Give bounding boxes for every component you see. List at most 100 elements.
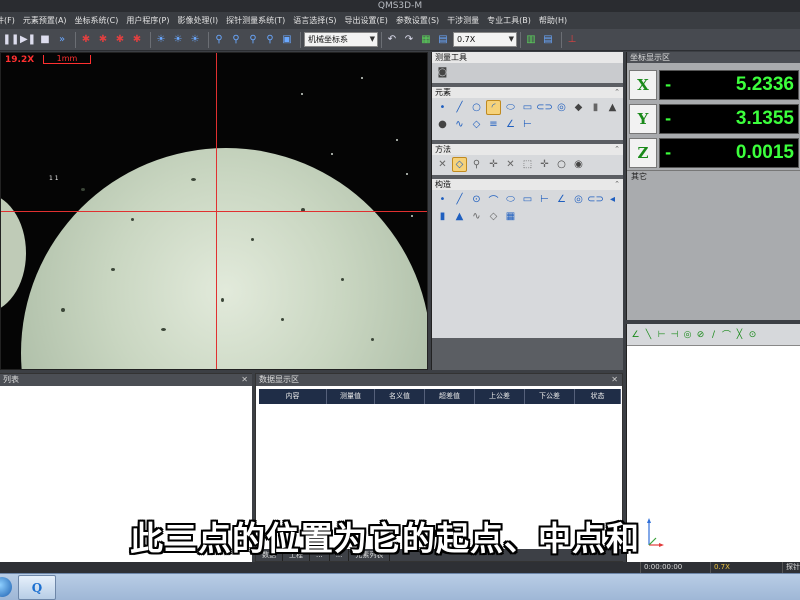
construct-plane-icon[interactable]: ◂ (605, 192, 620, 207)
col-content[interactable]: 内容 (259, 389, 327, 404)
menu-parameters[interactable]: 参数设置(S) (392, 12, 443, 29)
camera-icon[interactable]: ◙ (435, 65, 450, 80)
col-upper-tol[interactable]: 上公差 (475, 389, 525, 404)
sphere-icon[interactable]: ● (435, 117, 450, 132)
col-lower-tol[interactable]: 下公差 (525, 389, 575, 404)
thread-icon[interactable]: ≡ (486, 117, 501, 132)
construct-angle-icon[interactable]: ∠ (554, 192, 569, 207)
point-tool-2-icon[interactable]: ✱ (96, 33, 110, 47)
cancel-icon[interactable]: ✕ (435, 157, 450, 172)
probe-method-icon[interactable]: ⚲ (469, 157, 484, 172)
menu-element-preset[interactable]: 元素预置(A) (19, 12, 71, 29)
point-tool-4-icon[interactable]: ✱ (130, 33, 144, 47)
construct-distance-icon[interactable]: ⊢ (537, 192, 552, 207)
chart-icon[interactable]: ▥ (524, 33, 538, 47)
construct-arc-icon[interactable]: ⌒ (486, 192, 501, 207)
y-axis-button[interactable]: Y (629, 104, 657, 134)
menu-file[interactable]: 件(F) (0, 12, 19, 29)
distance-icon[interactable]: ⊢ (520, 117, 535, 132)
tool-d-icon[interactable]: ⊣ (668, 328, 681, 341)
construct-circle-icon[interactable]: ⊙ (469, 192, 484, 207)
probe-3-icon[interactable]: ⚲ (246, 33, 260, 47)
rectangle-icon[interactable]: ▭ (520, 100, 535, 115)
construct-cone-icon[interactable]: ▲ (452, 209, 467, 224)
pause-icon[interactable]: ❚❚ (3, 33, 20, 47)
menu-export[interactable]: 导出设置(E) (341, 12, 392, 29)
diamond-icon[interactable]: ◇ (469, 117, 484, 132)
arc-icon[interactable]: ◜ (486, 100, 501, 115)
construct-line-icon[interactable]: ╱ (452, 192, 467, 207)
col-status[interactable]: 状态 (575, 389, 621, 404)
tool-e-icon[interactable]: ◎ (681, 328, 694, 341)
circle-icon[interactable]: ○ (469, 100, 484, 115)
point-tool-3-icon[interactable]: ✱ (113, 33, 127, 47)
light-3-icon[interactable]: ☀ (188, 33, 202, 47)
probe-4-icon[interactable]: ⚲ (263, 33, 277, 47)
tool-i-icon[interactable]: ╳ (733, 328, 746, 341)
window-icon[interactable]: ▤ (436, 33, 450, 47)
auto-edge-icon[interactable]: ◇ (452, 157, 467, 172)
construct-concentric-icon[interactable]: ◎ (571, 192, 586, 207)
undo-icon[interactable]: ↶ (385, 33, 399, 47)
collapse-icon[interactable]: ⌃ (614, 179, 620, 190)
menu-probe-system[interactable]: 探针测量系统(T) (222, 12, 289, 29)
step-icon[interactable]: ▶❚ (20, 33, 36, 47)
col-deviation[interactable]: 超差值 (425, 389, 475, 404)
line-icon[interactable]: ╱ (452, 100, 467, 115)
tool-j-icon[interactable]: ⊙ (746, 328, 759, 341)
col-nominal[interactable]: 名义值 (375, 389, 425, 404)
menu-coord-system[interactable]: 坐标系统(C) (71, 12, 123, 29)
construct-rectangle-icon[interactable]: ▭ (520, 192, 535, 207)
concentric-icon[interactable]: ◎ (554, 100, 569, 115)
angle-icon[interactable]: ∠ (503, 117, 518, 132)
construct-ellipse-icon[interactable]: ⬭ (503, 192, 518, 207)
redo-icon[interactable]: ↷ (402, 33, 416, 47)
light-1-icon[interactable]: ☀ (154, 33, 168, 47)
col-measured[interactable]: 测量值 (327, 389, 375, 404)
construct-point-icon[interactable]: • (435, 192, 450, 207)
crosshair-method-icon[interactable]: ✛ (537, 157, 552, 172)
probe-1-icon[interactable]: ⚲ (212, 33, 226, 47)
axis-icon[interactable]: ⊥ (565, 33, 579, 47)
fast-forward-icon[interactable]: » (55, 33, 69, 47)
construct-slot-icon[interactable]: ⊂⊃ (587, 192, 604, 207)
menu-image-processing[interactable]: 影像处理(I) (173, 12, 222, 29)
tool-g-icon[interactable]: ∕ (707, 328, 720, 341)
probe-2-icon[interactable]: ⚲ (229, 33, 243, 47)
curve-icon[interactable]: ∿ (452, 117, 467, 132)
tool-c-icon[interactable]: ⊢ (655, 328, 668, 341)
stop-icon[interactable]: ■ (38, 33, 52, 47)
menu-help[interactable]: 帮助(H) (535, 12, 571, 29)
z-axis-button[interactable]: Z (629, 138, 657, 168)
box-select-icon[interactable]: ⬚ (520, 157, 535, 172)
collapse-icon[interactable]: ⌃ (614, 144, 620, 155)
menu-pro-tools[interactable]: 专业工具(B) (483, 12, 535, 29)
ellipse-icon[interactable]: ⬭ (503, 100, 518, 115)
close-icon[interactable]: ✕ (241, 374, 248, 386)
coord-system-select[interactable]: 机械坐标系 ▼ (304, 32, 378, 47)
construct-cylinder-icon[interactable]: ▮ (435, 209, 450, 224)
circle-method-icon[interactable]: ○ (554, 157, 569, 172)
tool-f-icon[interactable]: ⊘ (694, 328, 707, 341)
cylinder-icon[interactable]: ▮ (588, 100, 603, 115)
manual-point-icon[interactable]: ✕ (503, 157, 518, 172)
point-tool-1-icon[interactable]: ✱ (79, 33, 93, 47)
list-icon[interactable]: ▤ (541, 33, 555, 47)
point-icon[interactable]: • (435, 100, 450, 115)
construct-curve-icon[interactable]: ∿ (469, 209, 484, 224)
x-axis-button[interactable]: X (629, 70, 657, 100)
light-2-icon[interactable]: ☀ (171, 33, 185, 47)
zoom-select[interactable]: 0.7X ▼ (453, 32, 517, 47)
cone-icon[interactable]: ▲ (605, 100, 620, 115)
camera-view[interactable]: 1 1 19.2X 1mm (0, 52, 428, 370)
image-icon[interactable]: ▦ (419, 33, 433, 47)
close-icon[interactable]: ✕ (611, 374, 618, 386)
save-icon[interactable]: ▣ (280, 33, 294, 47)
construct-diamond-icon[interactable]: ◇ (486, 209, 501, 224)
polygon-icon[interactable]: ◆ (571, 100, 586, 115)
tool-b-icon[interactable]: ╲ (642, 328, 655, 341)
taskbar-app-button[interactable]: Q (18, 575, 56, 600)
target-method-icon[interactable]: ◉ (571, 157, 586, 172)
cross-method-icon[interactable]: ✛ (486, 157, 501, 172)
tool-h-icon[interactable]: ⌒ (720, 328, 733, 341)
